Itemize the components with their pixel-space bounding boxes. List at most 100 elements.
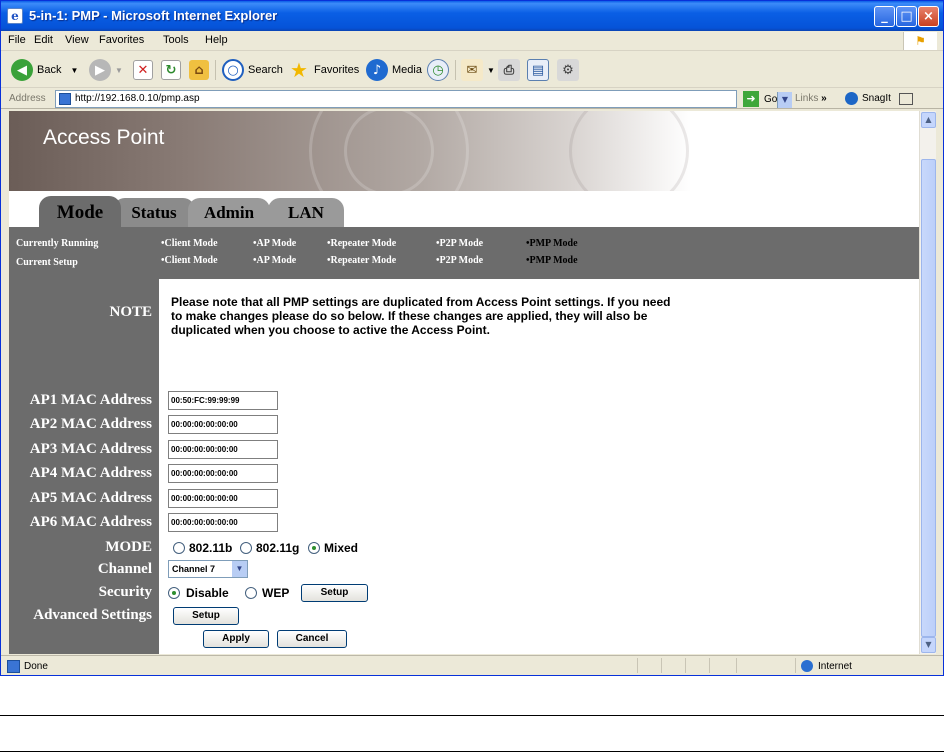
address-dropdown-icon[interactable]: ▼ — [777, 92, 792, 108]
setup-pmp-mode[interactable]: •PMP Mode — [526, 255, 578, 266]
ie-page-icon: e — [7, 8, 23, 24]
go-button[interactable]: ➜ Go — [743, 91, 777, 107]
security-radio-wep[interactable] — [245, 587, 257, 599]
ap5-mac-input[interactable]: 00:00:00:00:00:00 — [168, 489, 278, 508]
note-label: NOTE — [109, 304, 152, 320]
edit-button[interactable]: ▤ — [527, 58, 553, 82]
edit-page-icon: ▤ — [527, 59, 549, 81]
minimize-button[interactable]: _ — [874, 6, 895, 27]
setup-p2p-mode[interactable]: •P2P Mode — [436, 255, 483, 266]
print-button[interactable]: ⎙ — [498, 58, 524, 82]
favorites-button[interactable]: ★ Favorites — [288, 58, 359, 82]
mail-button[interactable]: ✉ ▼ — [461, 58, 495, 82]
maximize-button[interactable]: □ — [896, 6, 917, 27]
setup-ap-mode[interactable]: •AP Mode — [253, 255, 296, 266]
ap3-mac-label: AP3 MAC Address — [29, 441, 152, 457]
menu-favorites[interactable]: Favorites — [99, 34, 144, 46]
stop-button[interactable]: ✕ — [133, 58, 157, 82]
refresh-button[interactable]: ↻ — [161, 58, 185, 82]
ap1-mac-label: AP1 MAC Address — [29, 392, 152, 408]
ap6-mac-label: AP6 MAC Address — [29, 514, 152, 530]
ap1-mac-input[interactable]: 00:50:FC:99:99:99 — [168, 391, 278, 410]
channel-select[interactable]: Channel 7 ▼ — [168, 560, 248, 578]
favorites-star-icon: ★ — [290, 58, 308, 82]
back-arrow-icon: ◀ — [11, 59, 33, 81]
tab-status[interactable]: Status — [113, 198, 195, 227]
scroll-down-icon[interactable]: ▼ — [921, 637, 936, 653]
search-label: Search — [248, 64, 283, 76]
status-divider — [736, 658, 737, 673]
setup-repeater-mode[interactable]: •Repeater Mode — [327, 255, 396, 266]
media-button[interactable]: ♪ Media — [366, 58, 422, 82]
tab-mode[interactable]: Mode — [39, 196, 121, 227]
snagit-label: SnagIt — [862, 93, 891, 104]
search-button[interactable]: ○ Search — [222, 58, 283, 82]
mode-80211b-label: 802.11b — [189, 541, 233, 555]
address-input[interactable]: http://192.168.0.10/pmp.asp ▼ — [55, 90, 792, 108]
links-label: Links — [795, 93, 819, 104]
title-bar[interactable]: e 5-in-1: PMP - Microsoft Internet Explo… — [1, 1, 943, 31]
forward-dropdown-icon: ▼ — [115, 65, 123, 75]
tab-admin[interactable]: Admin — [188, 198, 270, 227]
menu-bar: File Edit View Favorites Tools Help — [1, 31, 943, 51]
forward-button[interactable]: ▶ ▼ — [89, 58, 123, 82]
apply-button[interactable]: Apply — [203, 630, 269, 648]
snagit-icon — [845, 92, 858, 105]
mail-dropdown-icon: ▼ — [487, 65, 495, 75]
cancel-button[interactable]: Cancel — [277, 630, 347, 648]
running-p2p-mode[interactable]: •P2P Mode — [436, 238, 483, 249]
menu-tools[interactable]: Tools — [163, 34, 189, 46]
running-repeater-mode[interactable]: •Repeater Mode — [327, 238, 396, 249]
windows-logo-icon: ⚑ — [903, 32, 937, 50]
media-label: Media — [392, 64, 422, 76]
messenger-button[interactable]: ⚙ — [557, 58, 583, 82]
ap4-mac-input[interactable]: 00:00:00:00:00:00 — [168, 464, 278, 483]
menu-help[interactable]: Help — [205, 34, 228, 46]
menu-edit[interactable]: Edit — [34, 34, 53, 46]
menu-file[interactable]: File — [8, 34, 26, 46]
ap2-mac-input[interactable]: 00:00:00:00:00:00 — [168, 415, 278, 434]
advanced-setup-button[interactable]: Setup — [173, 607, 239, 625]
history-button[interactable]: ◷ — [427, 58, 453, 82]
running-ap-mode[interactable]: •AP Mode — [253, 238, 296, 249]
ap3-mac-input[interactable]: 00:00:00:00:00:00 — [168, 440, 278, 459]
channel-dropdown-icon[interactable]: ▼ — [232, 561, 247, 577]
security-radio-disable[interactable] — [168, 587, 180, 599]
header-banner: Access Point — [9, 111, 919, 231]
address-url: http://192.168.0.10/pmp.asp — [75, 93, 200, 104]
links-more-icon[interactable]: » — [821, 93, 827, 104]
status-done: Done — [7, 660, 48, 673]
ap6-mac-input[interactable]: 00:00:00:00:00:00 — [168, 513, 278, 532]
history-icon: ◷ — [427, 59, 449, 81]
running-client-mode[interactable]: •Client Mode — [161, 238, 218, 249]
mode-radio-mixed[interactable] — [308, 542, 320, 554]
status-text: Done — [24, 661, 48, 672]
snagit-button[interactable]: SnagIt — [845, 92, 913, 105]
back-button[interactable]: ◀ Back ▼ — [11, 58, 78, 82]
browser-window: e 5-in-1: PMP - Microsoft Internet Explo… — [0, 0, 944, 676]
mode-label: MODE — [105, 539, 152, 555]
links-toolbar[interactable]: Links » — [795, 93, 827, 104]
advanced-settings-label: Advanced Settings — [33, 607, 152, 623]
page-rule-top — [0, 715, 944, 716]
mode-radio-80211b[interactable] — [173, 542, 185, 554]
scroll-thumb[interactable] — [921, 159, 936, 637]
home-button[interactable]: ⌂ — [189, 58, 213, 82]
security-setup-button[interactable]: Setup — [301, 584, 368, 602]
menu-view[interactable]: View — [65, 34, 89, 46]
vertical-scrollbar[interactable]: ▲ ▼ — [919, 111, 936, 654]
back-label: Back — [37, 64, 62, 76]
ap5-mac-label: AP5 MAC Address — [29, 490, 152, 506]
back-dropdown-icon: ▼ — [70, 65, 79, 75]
scroll-up-icon[interactable]: ▲ — [921, 112, 936, 128]
snagit-window-icon — [898, 92, 913, 105]
tab-lan[interactable]: LAN — [268, 198, 344, 227]
toolbar-separator — [215, 60, 216, 80]
setup-client-mode[interactable]: •Client Mode — [161, 255, 218, 266]
status-bar: Done Internet — [1, 655, 943, 675]
mail-icon: ✉ — [461, 59, 483, 81]
mode-radio-80211g[interactable] — [240, 542, 252, 554]
running-pmp-mode[interactable]: •PMP Mode — [526, 238, 578, 249]
messenger-icon: ⚙ — [557, 59, 579, 81]
close-button[interactable]: × — [918, 6, 939, 27]
